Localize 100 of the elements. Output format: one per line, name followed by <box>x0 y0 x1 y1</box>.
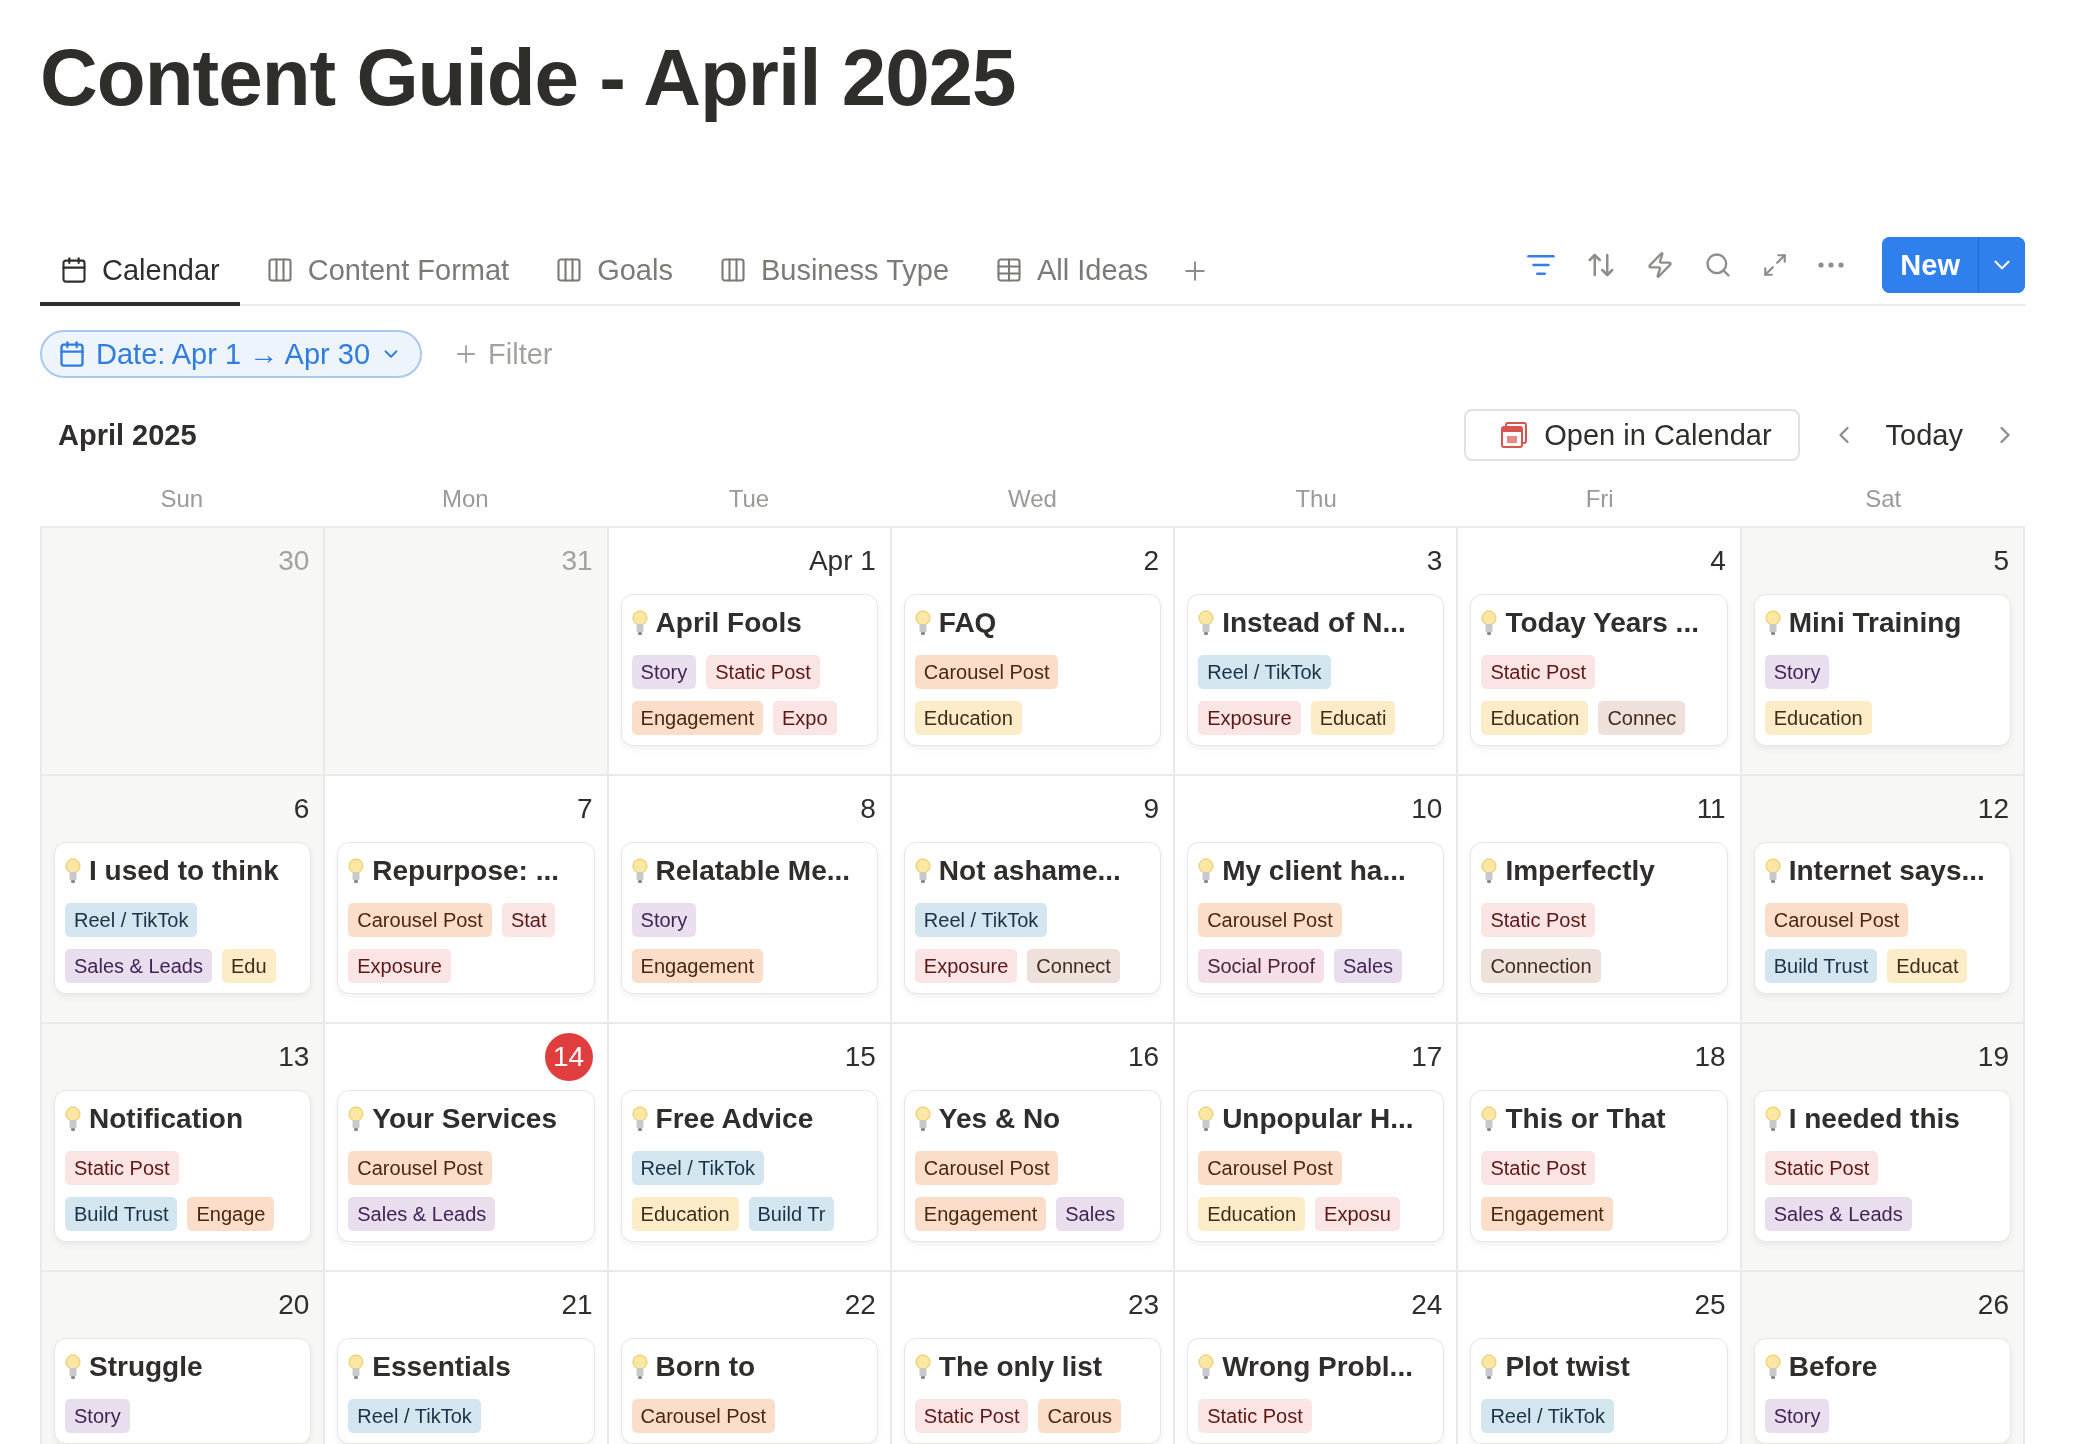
lightbulb-icon <box>65 858 81 884</box>
event-card[interactable]: Your Services Carousel Post Sales & Leads <box>337 1090 595 1242</box>
event-card[interactable]: Yes & No Carousel Post Engagement Sales <box>903 1090 1162 1242</box>
event-card[interactable]: Essentials Reel / TikTok <box>337 1338 595 1444</box>
day-number: 11 <box>1696 793 1726 825</box>
tag: Carousel Post <box>631 1399 776 1433</box>
tag: Build Trust <box>1764 949 1878 983</box>
event-title: Plot twist <box>1505 1351 1630 1383</box>
lightbulb-icon <box>631 1106 648 1132</box>
tag: Story <box>65 1399 130 1433</box>
event-card[interactable]: This or That Static Post Engagement <box>1470 1090 1728 1242</box>
event-card[interactable]: Not ashame... Reel / TikTok Exposure Connect <box>903 842 1162 994</box>
weekday-label: Wed <box>1007 485 1058 513</box>
event-card[interactable]: Today Years ... Static Post Education Connec <box>1470 594 1728 746</box>
lightbulb-icon <box>348 1106 365 1132</box>
tag: Carousel Post <box>914 655 1059 689</box>
event-card[interactable]: Mini Training Story Education <box>1753 594 2011 746</box>
event-card[interactable]: Born to Carousel Post <box>620 1338 878 1444</box>
day-number: 26 <box>1977 1289 2009 1321</box>
view-tab[interactable]: All Ideas <box>975 238 1169 306</box>
view-tab[interactable]: Goals <box>535 238 693 306</box>
event-title: Today Years ... <box>1505 607 1699 639</box>
tag: Sales <box>1056 1197 1125 1231</box>
more-icon <box>1818 262 1845 268</box>
tag: Reel / TikTok <box>1481 1399 1614 1433</box>
weekday-label: Sat <box>1864 485 1903 513</box>
event-card[interactable]: Notification Static Post Build Trust Engage <box>54 1090 312 1242</box>
tag: Engage <box>187 1197 275 1231</box>
event-title: Free Advice <box>655 1103 814 1135</box>
tag: Exposure <box>1198 701 1301 735</box>
event-title: Wrong Probl... <box>1222 1351 1413 1383</box>
day-number: 20 <box>278 1289 310 1321</box>
event-card[interactable]: I used to think Reel / TikTok Sales & Leads Edu <box>54 842 312 994</box>
tag: Sales & Leads <box>1764 1197 1912 1231</box>
event-card[interactable]: Instead of N... Reel / TikTok Exposure Educati <box>1187 594 1445 746</box>
event-card[interactable]: Free Advice Reel / TikTok Education Build Tr <box>620 1090 878 1242</box>
tag: Sales <box>1334 949 1402 983</box>
event-card[interactable]: Repurpose: ... Carousel Post Stat Exposure <box>337 842 595 994</box>
event-card[interactable]: April Fools Story Static Post Engagement Expo <box>620 594 878 746</box>
board-icon <box>718 256 747 284</box>
date-filter-chip[interactable]: Date: Apr 1 → Apr 30 <box>40 330 423 378</box>
event-title: Repurpose: ... <box>372 855 559 887</box>
tag: Static Post <box>1481 655 1596 689</box>
tag: Education <box>1198 1197 1306 1231</box>
tag: Engagement <box>914 1197 1047 1231</box>
day-number: 12 <box>1977 793 2009 825</box>
day-number: 9 <box>1143 793 1160 825</box>
tag: Education <box>1481 701 1589 735</box>
event-card[interactable]: Imperfectly Static Post Connection <box>1470 842 1728 994</box>
event-card[interactable]: The only list Static Post Carous <box>903 1338 1162 1444</box>
day-number: 21 <box>561 1289 593 1321</box>
day-number: 10 <box>1411 793 1443 825</box>
tag: Static Post <box>914 1399 1029 1433</box>
lightbulb-icon <box>1481 610 1498 636</box>
event-card[interactable]: Before Story <box>1753 1338 2011 1444</box>
lightbulb-icon <box>1764 1354 1781 1380</box>
event-title: Imperfectly <box>1505 855 1655 887</box>
event-card[interactable]: Internet says... Carousel Post Build Trust Educat <box>1753 842 2011 994</box>
event-card[interactable]: Relatable Me... Story Engagement <box>620 842 878 994</box>
tag: Carousel Post <box>914 1151 1059 1185</box>
event-card[interactable]: My client ha... Carousel Post Social Proof Sales <box>1187 842 1445 994</box>
view-tab[interactable]: Content Format <box>245 238 530 306</box>
tag: Carous <box>1038 1399 1121 1433</box>
day-number: 2 <box>1143 545 1160 577</box>
day-number: 25 <box>1694 1289 1726 1321</box>
event-card[interactable]: Plot twist Reel / TikTok <box>1470 1338 1728 1444</box>
lightbulb-icon <box>1764 858 1781 884</box>
day-number: 14 <box>544 1033 593 1081</box>
lightbulb-icon <box>631 1354 648 1380</box>
day-number: 3 <box>1426 545 1443 577</box>
view-tab[interactable]: Business Type <box>698 238 969 306</box>
calendar-icon <box>1500 421 1529 449</box>
day-number: Apr 1 <box>808 545 876 577</box>
tag: Connection <box>1481 949 1601 983</box>
day-number: 8 <box>860 793 876 825</box>
lightbulb-icon <box>1198 1106 1215 1132</box>
day-number: 30 <box>278 545 310 577</box>
lightbulb-icon <box>348 1354 365 1380</box>
event-card[interactable]: Struggle Story <box>54 1338 312 1444</box>
lightbulb-icon <box>1481 858 1498 884</box>
tag: Story <box>631 903 697 937</box>
event-card[interactable]: FAQ Carousel Post Education <box>903 594 1162 746</box>
lightbulb-icon <box>1198 858 1215 884</box>
tag: Story <box>1764 1399 1830 1433</box>
day-number: 6 <box>293 793 310 825</box>
day-number: 22 <box>844 1289 876 1321</box>
event-card[interactable]: Wrong Probl... Static Post <box>1187 1338 1445 1444</box>
tag: Build Trust <box>65 1197 178 1231</box>
lightbulb-icon <box>914 1106 931 1132</box>
lightbulb-icon <box>348 858 365 884</box>
day-number: 18 <box>1694 1041 1726 1073</box>
lightbulb-icon <box>1764 610 1781 636</box>
event-card[interactable]: Unpopular H... Carousel Post Education Exposu <box>1187 1090 1445 1242</box>
open-in-calendar-button[interactable]: Open in Calendar <box>1464 409 1800 461</box>
today-button[interactable]: Today <box>1863 418 1985 452</box>
day-number: 15 <box>844 1041 876 1073</box>
new-options-button[interactable] <box>1978 237 2025 293</box>
view-tab[interactable]: Calendar <box>40 238 240 306</box>
event-title: Born to <box>655 1351 756 1383</box>
event-card[interactable]: I needed this Static Post Sales & Leads <box>1753 1090 2011 1242</box>
